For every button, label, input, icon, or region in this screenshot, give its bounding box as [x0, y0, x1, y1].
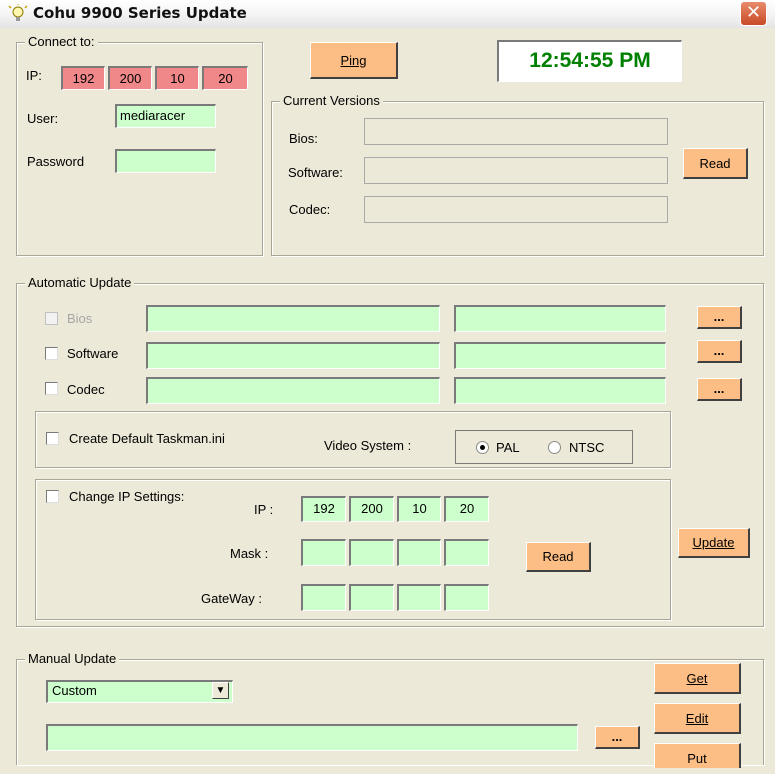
- gateway-octet-3[interactable]: [397, 584, 441, 611]
- pal-radio[interactable]: [476, 441, 489, 454]
- lightbulb-icon: [8, 4, 28, 21]
- create-default-taskman-checkbox[interactable]: [46, 432, 59, 445]
- change-ip-label: Change IP Settings:: [69, 489, 185, 504]
- bios-browse-label: ...: [713, 309, 725, 324]
- codec-browse-label: ...: [713, 381, 725, 396]
- clock-display: 12:54:55 PM: [497, 40, 682, 82]
- software-version-field: [364, 157, 668, 184]
- gateway-octet-4[interactable]: [444, 584, 489, 611]
- software-update-version[interactable]: [454, 342, 666, 369]
- new-ip-octet-3[interactable]: 10: [397, 496, 441, 522]
- ping-button-label: Ping: [340, 53, 367, 68]
- manual-browse-label: ...: [611, 729, 623, 744]
- software-browse-button[interactable]: ...: [697, 340, 742, 363]
- manual-update-select[interactable]: Custom ▼: [46, 680, 233, 703]
- get-button-label: Get: [686, 671, 708, 686]
- gateway-label: GateWay :: [201, 591, 262, 606]
- password-input[interactable]: [115, 149, 216, 173]
- current-versions-legend: Current Versions: [280, 93, 383, 109]
- manual-update-select-value: Custom: [52, 683, 97, 698]
- mask-octet-1[interactable]: [301, 539, 346, 566]
- codec-update-path[interactable]: [146, 377, 440, 404]
- edit-button[interactable]: Edit: [654, 703, 741, 734]
- software-update-path[interactable]: [146, 342, 440, 369]
- connect-ip-label: IP:: [26, 68, 42, 83]
- bios-version-label: Bios:: [289, 131, 318, 146]
- manual-update-legend: Manual Update: [25, 651, 120, 667]
- password-label: Password: [27, 154, 85, 169]
- connect-ip-octet-1[interactable]: 192: [61, 66, 105, 90]
- bios-update-version[interactable]: [454, 305, 666, 332]
- new-ip-label: IP :: [254, 502, 274, 517]
- read-ip-button[interactable]: Read: [526, 542, 591, 572]
- software-version-label: Software:: [288, 165, 343, 180]
- connect-legend: Connect to:: [25, 34, 98, 50]
- codec-update-version[interactable]: [454, 377, 666, 404]
- new-ip-octet-4[interactable]: 20: [444, 496, 489, 522]
- connect-ip-octet-3[interactable]: 10: [155, 66, 199, 90]
- automatic-update-legend: Automatic Update: [25, 275, 135, 291]
- codec-browse-button[interactable]: ...: [697, 378, 742, 401]
- ntsc-radio[interactable]: [548, 441, 561, 454]
- title-bar: Cohu 9900 Series Update ✕: [0, 0, 775, 28]
- video-system-label: Video System :: [324, 438, 412, 453]
- bios-update-path[interactable]: [146, 305, 440, 332]
- user-label: User:: [27, 111, 59, 126]
- codec-update-checkbox[interactable]: [45, 382, 58, 395]
- pal-label: PAL: [496, 440, 520, 455]
- close-button[interactable]: ✕: [740, 1, 767, 26]
- mask-label: Mask :: [230, 546, 269, 561]
- put-button[interactable]: Put: [654, 743, 741, 768]
- codec-update-label: Codec: [67, 382, 105, 397]
- bios-version-field: [364, 118, 668, 145]
- software-update-checkbox[interactable]: [45, 347, 58, 360]
- connect-ip-octet-4[interactable]: 20: [202, 66, 248, 90]
- mask-octet-4[interactable]: [444, 539, 489, 566]
- update-button-label: Update: [692, 535, 735, 550]
- new-ip-octet-2[interactable]: 200: [349, 496, 394, 522]
- edit-button-label: Edit: [685, 711, 709, 726]
- read-versions-label: Read: [699, 156, 731, 171]
- mask-octet-3[interactable]: [397, 539, 441, 566]
- bios-update-label: Bios: [67, 311, 93, 326]
- chevron-down-icon[interactable]: ▼: [212, 682, 229, 699]
- bios-browse-button[interactable]: ...: [697, 306, 742, 329]
- codec-version-label: Codec:: [289, 202, 331, 217]
- update-button[interactable]: Update: [678, 528, 750, 558]
- user-input[interactable]: mediaracer: [115, 104, 216, 128]
- put-button-label: Put: [687, 751, 707, 766]
- software-update-label: Software: [67, 346, 119, 361]
- read-versions-button[interactable]: Read: [683, 148, 748, 179]
- get-button[interactable]: Get: [654, 663, 741, 694]
- new-ip-octet-1[interactable]: 192: [301, 496, 346, 522]
- ping-button[interactable]: Ping: [310, 42, 398, 79]
- gateway-octet-1[interactable]: [301, 584, 346, 611]
- close-icon: ✕: [745, 2, 762, 23]
- connect-ip-octet-2[interactable]: 200: [108, 66, 152, 90]
- window-title: Cohu 9900 Series Update: [33, 4, 247, 22]
- bios-update-checkbox[interactable]: [45, 312, 58, 325]
- create-default-taskman-label: Create Default Taskman.ini: [69, 431, 225, 446]
- codec-version-field: [364, 196, 668, 223]
- software-browse-label: ...: [713, 343, 725, 358]
- ntsc-label: NTSC: [569, 440, 605, 455]
- manual-browse-button[interactable]: ...: [595, 726, 640, 749]
- read-ip-label: Read: [542, 549, 574, 564]
- mask-octet-2[interactable]: [349, 539, 394, 566]
- gateway-octet-2[interactable]: [349, 584, 394, 611]
- change-ip-checkbox[interactable]: [46, 490, 59, 503]
- manual-update-file-input[interactable]: [46, 724, 578, 751]
